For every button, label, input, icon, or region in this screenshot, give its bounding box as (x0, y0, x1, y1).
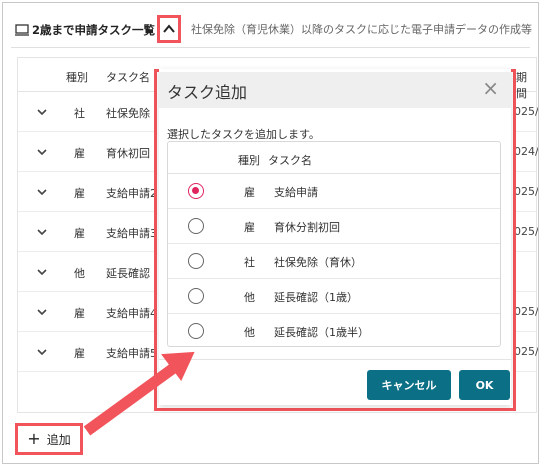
row-category: 雇 (74, 307, 85, 320)
row-category: 社 (74, 107, 85, 120)
option-category: 雇 (244, 221, 255, 234)
option-task-name: 延長確認（1歳） (274, 291, 358, 304)
chevron-down-icon[interactable] (36, 146, 48, 158)
option-task-name: 育休分割初回 (274, 221, 340, 234)
option-column-category: 種別 (238, 154, 260, 167)
divider (159, 359, 511, 360)
task-option-row[interactable]: 社 社保免除（育休） (168, 244, 500, 279)
row-category: 雇 (74, 187, 85, 200)
radio-button[interactable] (188, 183, 204, 199)
option-category: 他 (244, 326, 255, 339)
radio-button[interactable] (188, 288, 204, 304)
option-task-name: 支給申請 (274, 186, 318, 199)
chevron-down-icon[interactable] (36, 346, 48, 358)
chevron-down-icon[interactable] (36, 106, 48, 118)
option-task-name: 延長確認（1歳半） (274, 326, 369, 339)
task-option-row[interactable]: 雇 支給申請 (168, 174, 500, 209)
ok-button[interactable]: OK (459, 370, 510, 400)
radio-button[interactable] (188, 253, 204, 269)
radio-button[interactable] (188, 323, 204, 339)
task-option-row[interactable]: 雇 育休分割初回 (168, 209, 500, 244)
row-task-name: 支給申請4 (106, 307, 157, 320)
row-task-name: 社保免除 (106, 107, 150, 120)
close-icon[interactable]: × (482, 78, 499, 98)
option-category: 雇 (244, 186, 255, 199)
plus-icon: + (27, 429, 41, 448)
column-category: 種別 (66, 71, 88, 84)
row-task-name: 支給申請5 (106, 347, 157, 360)
row-category: 雇 (74, 227, 85, 240)
row-period: 025/0 (514, 105, 539, 118)
task-option-row[interactable]: 他 延長確認（1歳） (168, 279, 500, 314)
add-task-label: 追加 (46, 432, 71, 447)
row-task-name: 延長確認 (106, 267, 150, 280)
radio-button[interactable] (188, 218, 204, 234)
row-period: 024/1 (514, 145, 539, 158)
section-description: 社保免除（育児休業）以降のタスクに応じた電子申請データの作成等 (191, 23, 532, 36)
chevron-down-icon[interactable] (36, 306, 48, 318)
page-frame: 2歳まで申請タスク一覧 社保免除（育児休業）以降のタスクに応じた電子申請データの… (2, 2, 539, 464)
row-period: 025/0 (514, 225, 539, 238)
dialog-instruction: 選択したタスクを追加します。 (167, 128, 320, 141)
option-table-header: 種別 タスク名 (168, 142, 500, 174)
monitor-icon (15, 24, 29, 36)
cancel-button[interactable]: キャンセル (367, 370, 451, 400)
chevron-down-icon[interactable] (36, 186, 48, 198)
row-category: 雇 (74, 347, 85, 360)
chevron-down-icon[interactable] (36, 226, 48, 238)
page-title: 2歳まで申請タスク一覧 (32, 23, 156, 37)
option-category: 他 (244, 291, 255, 304)
row-category: 雇 (74, 147, 85, 160)
row-period: 025/0 (514, 345, 539, 358)
dialog-title: タスク追加 (167, 83, 248, 102)
row-category: 他 (74, 267, 85, 280)
collapse-button[interactable] (157, 15, 181, 43)
chevron-down-icon[interactable] (36, 266, 48, 278)
row-task-name: 育休初回 (106, 147, 150, 160)
task-option-row[interactable]: 他 延長確認（1歳半） (168, 314, 500, 349)
section-header: 2歳まで申請タスク一覧 (15, 19, 155, 41)
column-task: タスク名 (106, 71, 150, 84)
add-task-button[interactable]: + 追加 (15, 423, 83, 455)
row-period: 025/0 (514, 185, 539, 198)
chevron-up-icon (163, 24, 175, 33)
option-column-task: タスク名 (268, 154, 312, 167)
option-category: 社 (244, 256, 255, 269)
divider (11, 47, 530, 48)
row-task-name: 支給申請2 (106, 187, 157, 200)
task-option-table: 種別 タスク名 雇支給申請雇育休分割初回社社保免除（育休）他延長確認（1歳）他延… (167, 141, 501, 347)
row-task-name: 支給申請3 (106, 227, 157, 240)
dialog-header: タスク追加 × (159, 72, 511, 108)
option-task-name: 社保免除（育休） (274, 256, 362, 269)
row-period: 025/0 (514, 305, 539, 318)
add-task-dialog: タスク追加 × 選択したタスクを追加します。 種別 タスク名 雇支給申請雇育休分… (159, 69, 511, 405)
